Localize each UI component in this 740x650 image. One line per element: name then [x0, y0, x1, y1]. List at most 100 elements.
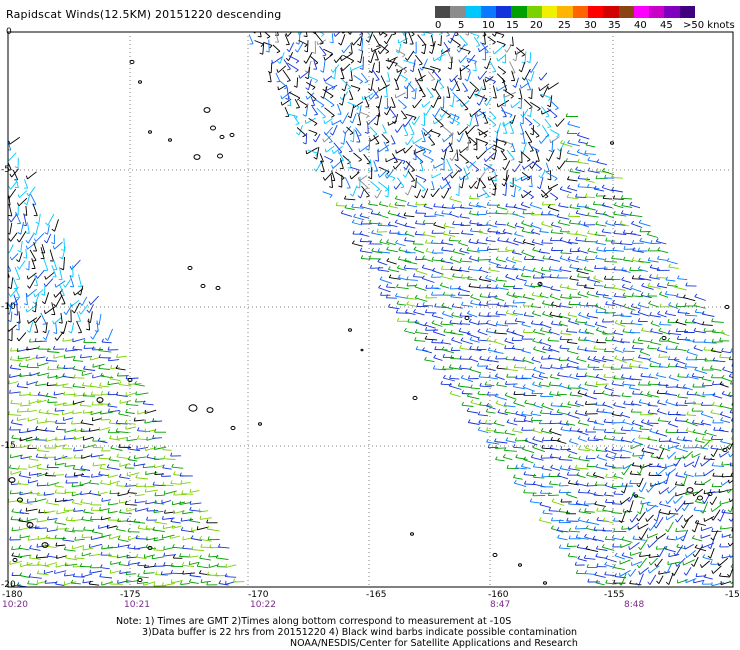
wind-barb-tick: [622, 292, 626, 296]
wind-barb: [505, 440, 516, 443]
wind-barb-tick: [494, 329, 497, 334]
wind-barb-tick: [673, 500, 676, 504]
wind-barb-tick: [523, 256, 527, 260]
wind-barb: [73, 377, 85, 379]
wind-barb: [549, 95, 553, 107]
wind-barb: [488, 261, 501, 266]
wind-barb-tick: [368, 176, 372, 180]
wind-barb-tick: [559, 237, 563, 241]
wind-barb-tick: [404, 230, 408, 234]
wind-barb: [72, 265, 74, 277]
wind-barb-tick: [628, 384, 632, 389]
wind-barb: [335, 171, 345, 179]
wind-barb-tick: [412, 273, 416, 277]
wind-barb: [19, 575, 30, 578]
wind-barb-tick: [395, 309, 399, 313]
wind-barb: [557, 537, 568, 541]
wind-barb: [34, 315, 42, 324]
wind-barb: [595, 556, 607, 559]
wind-barb-tick: [613, 329, 616, 334]
wind-barb: [630, 233, 642, 237]
wind-barb-tick: [170, 452, 173, 457]
wind-barb-tick: [312, 139, 316, 143]
wind-barb: [363, 154, 371, 164]
wind-barb-tick: [522, 265, 526, 270]
wind-barb: [693, 305, 706, 309]
wind-barb-tick: [477, 247, 480, 251]
wind-barb: [182, 537, 192, 541]
wind-barb-tick: [411, 121, 415, 125]
wind-barb-tick: [457, 44, 461, 48]
wind-barb-tick: [584, 336, 587, 340]
wind-barb: [29, 193, 37, 205]
wind-barb-tick: [280, 95, 283, 100]
wind-barb-tick: [549, 373, 553, 378]
wind-barb-tick: [322, 116, 326, 119]
wind-barb: [43, 258, 49, 271]
wind-barb-tick: [476, 102, 480, 106]
wind-barb: [460, 55, 468, 63]
wind-barb-tick: [584, 508, 587, 512]
wind-barb: [279, 80, 288, 88]
wind-barb: [468, 268, 481, 272]
wind-barb: [137, 576, 149, 579]
wind-barb: [359, 215, 370, 219]
wind-barb: [65, 349, 78, 352]
wind-barb: [467, 278, 478, 281]
wind-barb-tick: [495, 256, 499, 260]
wind-barb-tick: [127, 528, 130, 532]
wind-barb-tick: [691, 407, 694, 412]
wind-barb: [514, 225, 525, 229]
wind-barb-tick: [388, 274, 392, 278]
wind-barb: [604, 485, 617, 490]
wind-barb-tick: [379, 276, 383, 280]
wind-barb-tick: [549, 311, 553, 316]
wind-barb: [35, 232, 45, 242]
wind-barb-tick: [622, 419, 626, 423]
wind-barb: [10, 367, 22, 370]
wind-barb: [40, 312, 47, 325]
wind-barb-tick: [483, 158, 487, 162]
wind-barb: [511, 114, 516, 124]
wind-barb: [443, 233, 455, 237]
wind-barb: [505, 276, 516, 281]
wind-barb-tick: [456, 116, 460, 121]
wind-barb-tick: [402, 54, 406, 58]
wind-barb: [446, 158, 453, 171]
wind-barb-tick: [550, 221, 554, 226]
wind-barb-tick: [567, 453, 571, 458]
wind-barb-tick: [506, 238, 509, 242]
wind-barb-tick: [26, 330, 30, 333]
wind-barb-tick: [611, 380, 614, 385]
wind-barb-tick: [659, 321, 662, 325]
wind-barb-tick: [692, 400, 695, 405]
wind-barb-tick: [352, 230, 355, 235]
wind-barb-tick: [433, 354, 437, 358]
wind-barb-tick: [640, 292, 644, 296]
wind-barb-tick: [575, 193, 578, 198]
wind-barb: [98, 350, 112, 353]
wind-barb: [468, 321, 479, 326]
wind-barb: [595, 234, 606, 237]
wind-barb-tick: [657, 399, 660, 404]
wind-barb: [386, 249, 398, 253]
wind-barb-tick: [728, 518, 732, 522]
wind-barb: [349, 32, 352, 35]
wind-barb: [602, 170, 615, 176]
wind-barb: [425, 250, 437, 255]
wind-barb-tick: [492, 41, 496, 45]
wind-barb-tick: [686, 348, 690, 353]
wind-barb: [712, 331, 725, 334]
wind-barb: [422, 277, 435, 283]
wind-barb-tick: [470, 399, 474, 403]
wind-barb: [560, 296, 572, 299]
wind-barb-tick: [396, 317, 400, 322]
wind-barb-tick: [726, 446, 730, 450]
wind-barb: [376, 113, 380, 126]
wind-barb: [44, 292, 50, 304]
wind-barb-tick: [397, 274, 401, 278]
wind-barb: [18, 260, 26, 270]
wind-barb: [91, 454, 104, 458]
wind-barb-tick: [359, 238, 362, 242]
wind-barb-map: [7, 31, 734, 588]
